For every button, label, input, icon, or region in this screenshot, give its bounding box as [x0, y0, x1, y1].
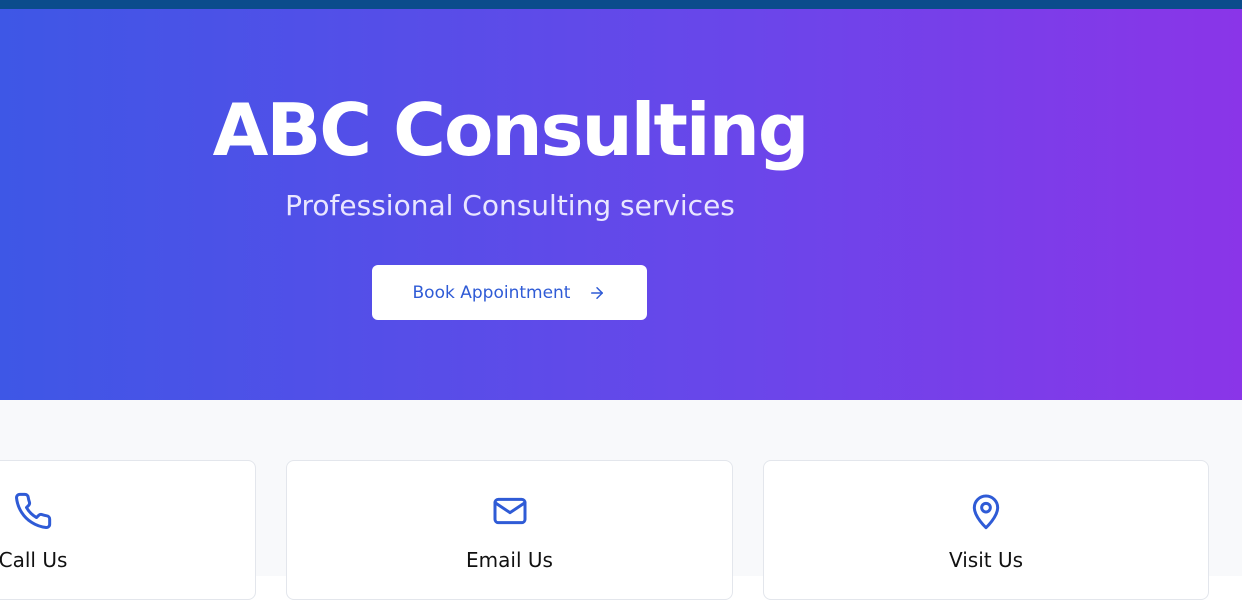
map-pin-icon: [966, 491, 1006, 531]
visit-us-card[interactable]: Visit Us: [763, 460, 1209, 600]
email-us-label: Email Us: [466, 548, 553, 572]
mail-icon: [490, 491, 530, 531]
hero-title: ABC Consulting: [212, 88, 810, 172]
visit-us-label: Visit Us: [948, 548, 1024, 572]
arrow-right-icon: [588, 284, 606, 302]
book-appointment-label: Book Appointment: [412, 282, 571, 303]
call-us-label: Call Us: [0, 548, 68, 572]
book-appointment-button[interactable]: Book Appointment: [372, 265, 647, 320]
call-us-card[interactable]: Call Us: [0, 460, 256, 600]
hero-section: ABC Consulting Professional Consulting s…: [0, 9, 1242, 400]
hero-subtitle: Professional Consulting services: [285, 189, 735, 222]
contact-section: Call Us Email Us Visit Us: [0, 400, 1242, 600]
top-bar: [0, 0, 1242, 9]
phone-icon: [13, 491, 53, 531]
email-us-card[interactable]: Email Us: [286, 460, 733, 600]
